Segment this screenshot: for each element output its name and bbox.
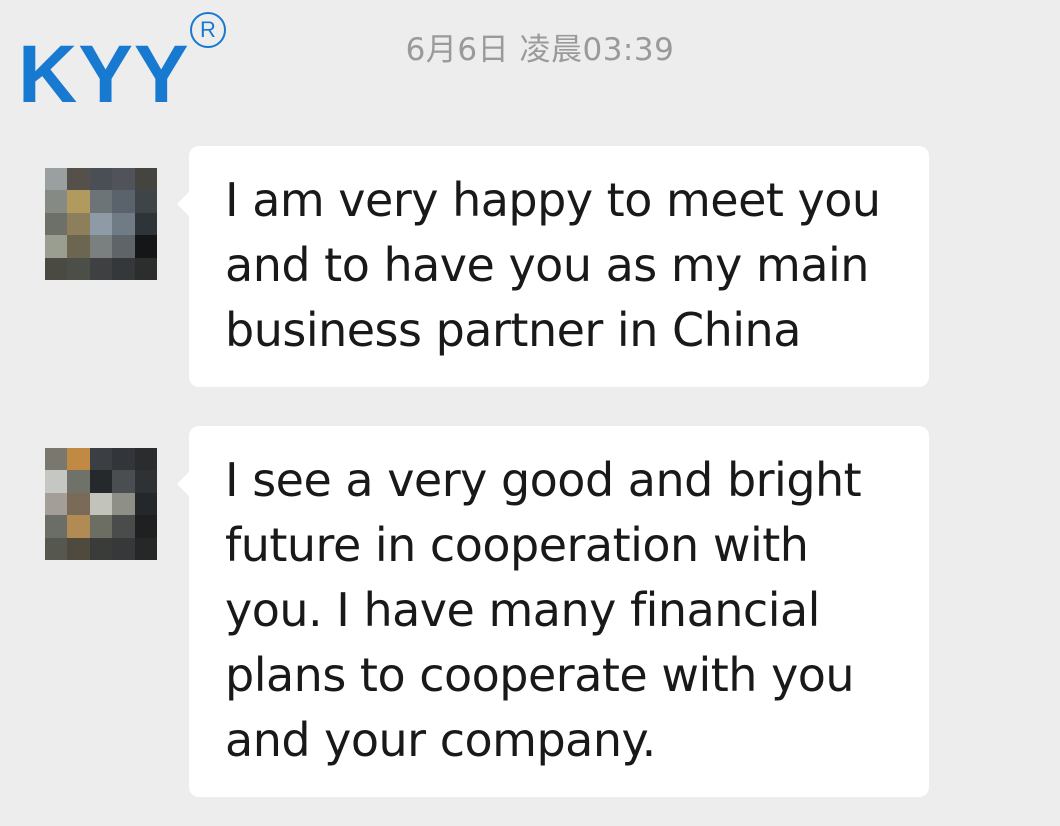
message-text: I see a very good and bright future in c… <box>225 453 862 767</box>
message-bubble[interactable]: I see a very good and bright future in c… <box>177 426 929 797</box>
message-timestamp: 6月6日 凌晨03:39 <box>405 32 675 68</box>
message-bubble[interactable]: I am very happy to meet you and to have … <box>177 146 929 387</box>
sender-avatar[interactable] <box>45 168 157 280</box>
sender-avatar[interactable] <box>45 448 157 560</box>
message-text: I am very happy to meet you and to have … <box>225 173 881 357</box>
